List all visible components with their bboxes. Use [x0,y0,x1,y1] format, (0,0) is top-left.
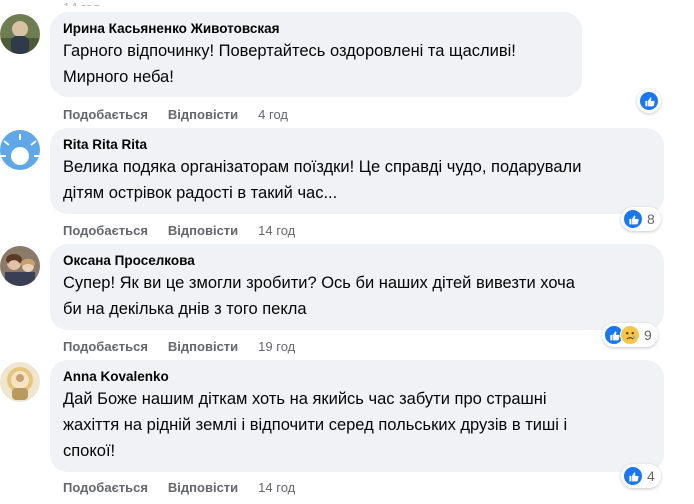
like-button[interactable]: Подобається [63,480,148,495]
like-reaction-icon [623,466,643,486]
comment-text-line: жахіття на рідній землі і відпочити сере… [63,416,568,434]
comment-author[interactable]: Оксана Проселкова [63,252,651,270]
like-button[interactable]: Подобається [63,223,148,238]
reply-button[interactable]: Відповісти [168,107,238,122]
comment-bubble: Ирина Касьяненко Животовская Гарного від… [50,12,582,97]
comment-text-line: дітям острівок радості в такий час... [63,184,338,202]
reply-button[interactable]: Відповісти [168,339,238,354]
previous-comment-time-partial: 14 год [63,0,100,6]
comment-text-line: спокої! [63,442,116,460]
comment-author[interactable]: Anna Kovalenko [63,368,651,386]
reactions-summary[interactable]: 9 [602,323,658,347]
comment-text-line: Велика подяка організаторам поїздки! Це … [63,158,582,176]
comment-bubble: Rita Rita Rita Велика подяка організатор… [50,128,664,214]
reaction-count: 8 [647,211,655,227]
comment-timestamp[interactable]: 19 год [258,339,295,354]
comment-bubble: Anna Kovalenko Дай Боже нашим діткам хот… [50,360,664,472]
comment-timestamp[interactable]: 4 год [258,107,288,122]
comment-author[interactable]: Rita Rita Rita [63,136,651,154]
comment-bubble: Оксана Проселкова Супер! Як ви це змогли… [50,244,664,330]
comment-actions: Подобається Відповісти 14 год [63,478,295,496]
reply-button[interactable]: Відповісти [168,223,238,238]
comment-text-line: Супер! Як ви це змогли зробити? Ось би н… [63,274,575,292]
avatar[interactable] [0,14,40,54]
avatar[interactable] [0,130,40,170]
comment-actions: Подобається Відповісти 14 год [63,221,295,239]
comment-text-line: би на декілька днів з того пекла [63,300,307,318]
reactions-summary[interactable] [637,89,661,113]
comment-text-line: Гарного відпочинку! Повертайтесь оздоров… [63,42,516,60]
comment-timestamp[interactable]: 14 год [258,223,295,238]
reactions-summary[interactable]: 4 [621,464,661,488]
comment-actions: Подобається Відповісти 4 год [63,105,288,123]
reactions-summary[interactable]: 8 [621,207,661,231]
like-reaction-icon [623,209,643,229]
sad-reaction-icon [620,325,640,345]
reaction-count: 9 [644,327,652,343]
reply-button[interactable]: Відповісти [168,480,238,495]
comment-text-line: Мирного неба! [63,68,174,86]
like-button[interactable]: Подобається [63,107,148,122]
comment-timestamp[interactable]: 14 год [258,480,295,495]
like-button[interactable]: Подобається [63,339,148,354]
reaction-count: 4 [647,468,655,484]
avatar[interactable] [0,362,40,402]
like-reaction-icon [639,91,659,111]
comment-actions: Подобається Відповісти 19 год [63,337,295,355]
comment-text-line: Дай Боже нашим діткам хоть на якийсь час… [63,390,547,408]
comment-author[interactable]: Ирина Касьяненко Животовская [63,20,569,38]
avatar[interactable] [0,246,40,286]
